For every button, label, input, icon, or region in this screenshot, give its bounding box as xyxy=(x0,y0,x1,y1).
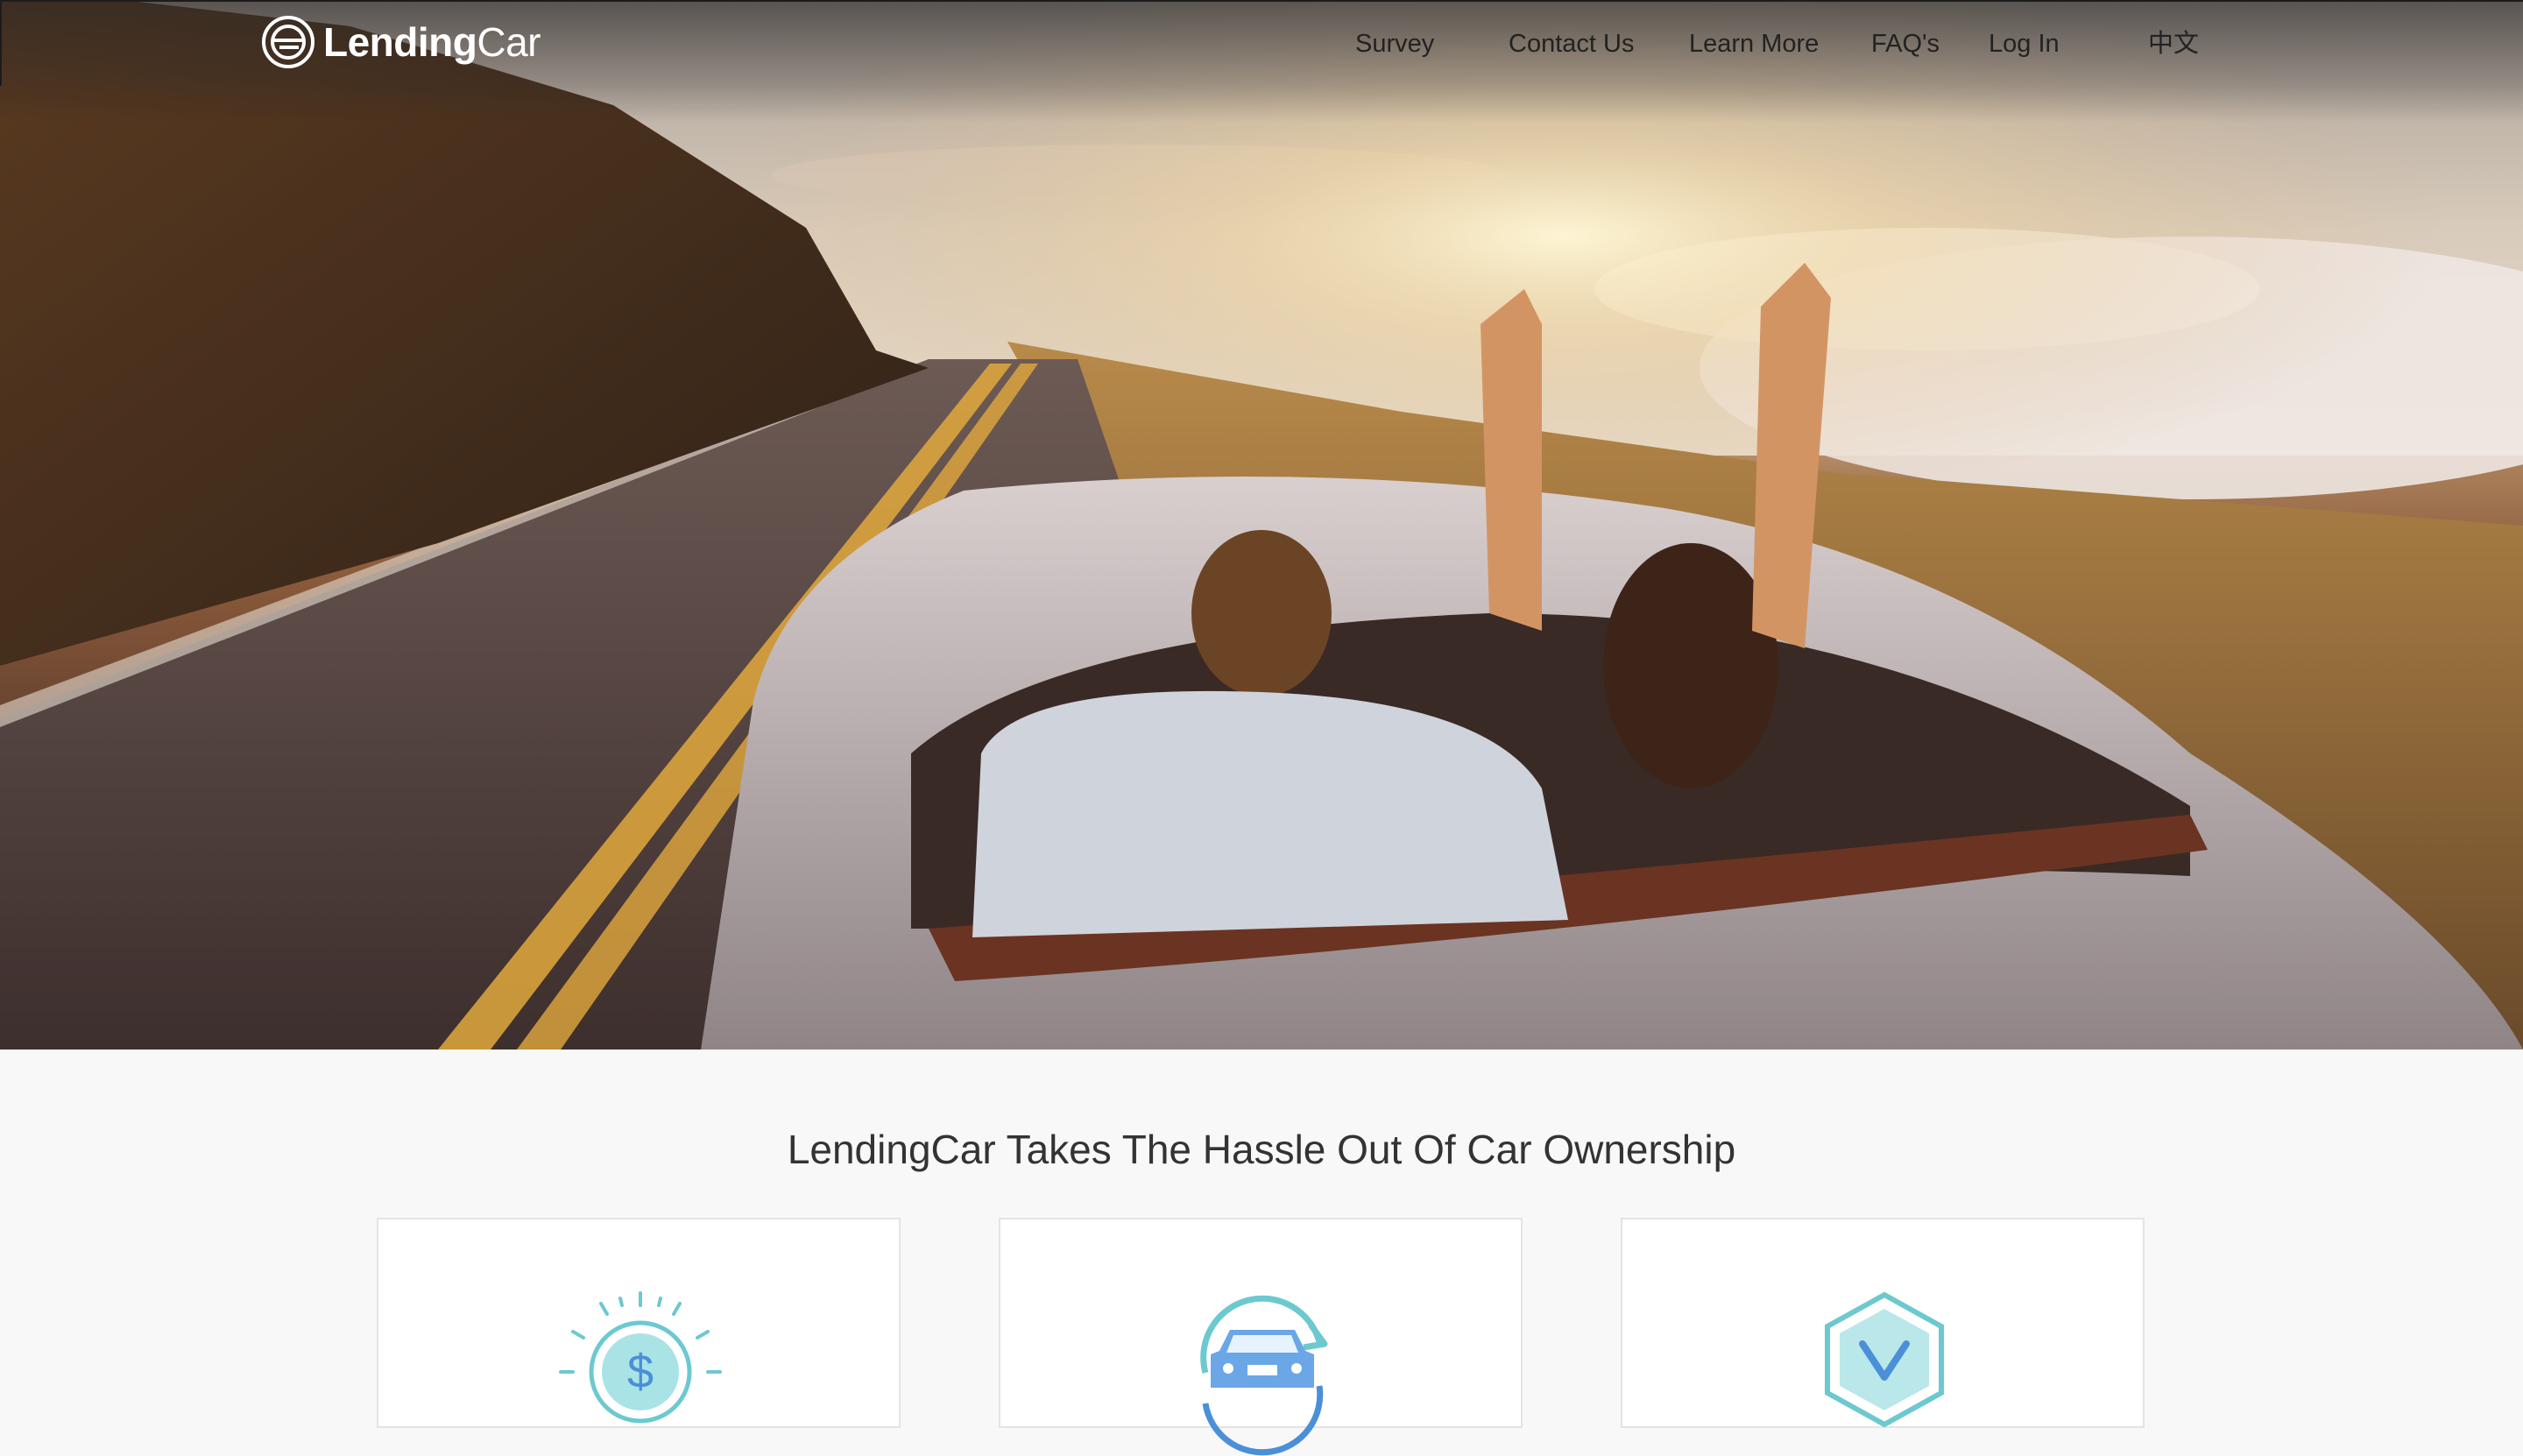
brand-name-light: Car xyxy=(477,19,541,65)
nav-language-toggle[interactable]: 中文 xyxy=(2148,26,2199,61)
hero-banner xyxy=(0,0,2523,1050)
nav-faqs[interactable]: FAQ's xyxy=(1871,26,1940,61)
hero-photo xyxy=(0,0,2523,1050)
feature-card-protection xyxy=(1621,1218,2145,1428)
nav-contact-us[interactable]: Contact Us xyxy=(1509,26,1634,61)
hexagon-check-icon xyxy=(1825,1291,1944,1428)
brand-name: LendingCar xyxy=(323,22,541,62)
feature-card-car-swap xyxy=(999,1218,1523,1456)
nav-learn-more[interactable]: Learn More xyxy=(1689,26,1819,61)
brand-name-bold: Lending xyxy=(323,19,477,65)
nav-survey[interactable]: Survey xyxy=(1355,26,1434,61)
car-refresh-icon xyxy=(1200,1295,1328,1456)
window-border-top xyxy=(0,0,2523,2)
logo-icon xyxy=(262,16,314,68)
feature-card-savings: $ xyxy=(377,1218,901,1428)
page-headline: LendingCar Takes The Hassle Out Of Car O… xyxy=(787,1127,1736,1172)
brand-logo[interactable]: LendingCar xyxy=(260,12,541,72)
dollar-coin-icon: $ xyxy=(559,1291,722,1424)
nav-log-in[interactable]: Log In xyxy=(1989,26,2060,61)
svg-text:$: $ xyxy=(627,1346,654,1398)
window-border-left xyxy=(0,0,2,86)
